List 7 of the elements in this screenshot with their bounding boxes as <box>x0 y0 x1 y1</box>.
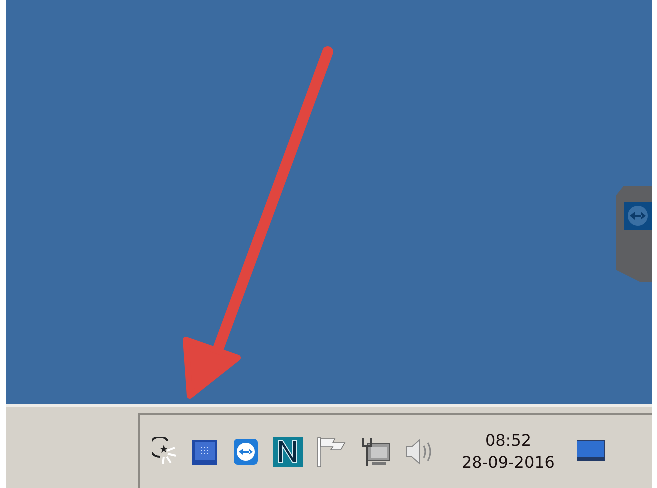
remote-control-icon[interactable] <box>232 436 260 466</box>
gauge-icon[interactable] <box>152 436 178 466</box>
letter-n-icon[interactable] <box>272 436 304 468</box>
flag-icon[interactable] <box>316 436 348 468</box>
network-icon[interactable] <box>360 436 392 468</box>
clock-time: 08:52 <box>485 432 532 448</box>
clock-date: 28-09-2016 <box>462 454 555 470</box>
